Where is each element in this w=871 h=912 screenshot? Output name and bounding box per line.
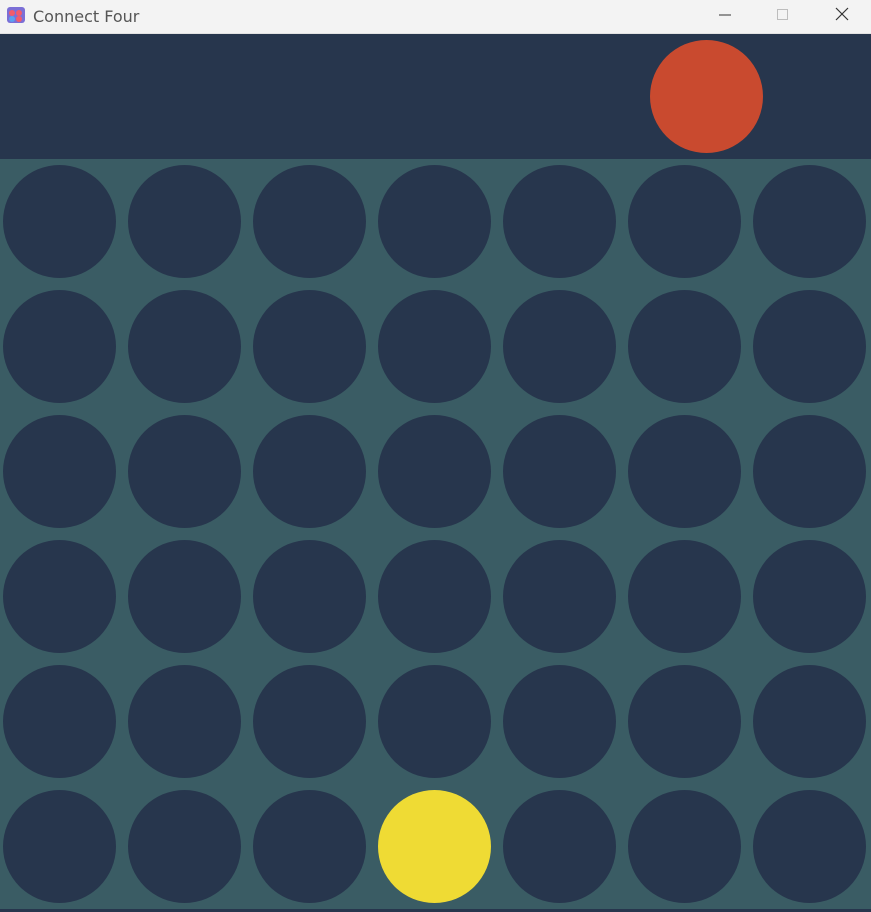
empty-slot[interactable] (753, 290, 866, 403)
empty-slot[interactable] (628, 415, 741, 528)
empty-slot[interactable] (3, 415, 116, 528)
empty-slot[interactable] (503, 165, 616, 278)
drop-zone[interactable] (0, 34, 871, 159)
empty-slot[interactable] (3, 540, 116, 653)
game-board[interactable] (0, 159, 871, 910)
empty-slot[interactable] (128, 790, 241, 903)
empty-slot[interactable] (628, 290, 741, 403)
empty-slot[interactable] (378, 165, 491, 278)
empty-slot[interactable] (128, 665, 241, 778)
empty-slot[interactable] (253, 540, 366, 653)
yellow-piece[interactable] (378, 790, 491, 903)
empty-slot[interactable] (378, 415, 491, 528)
empty-slot[interactable] (503, 415, 616, 528)
empty-slot[interactable] (503, 790, 616, 903)
maximize-icon (777, 8, 789, 26)
empty-slot[interactable] (128, 415, 241, 528)
empty-slot[interactable] (503, 540, 616, 653)
empty-slot[interactable] (3, 790, 116, 903)
empty-slot[interactable] (253, 165, 366, 278)
empty-slot[interactable] (253, 790, 366, 903)
empty-slot[interactable] (753, 790, 866, 903)
empty-slot[interactable] (503, 290, 616, 403)
empty-slot[interactable] (753, 540, 866, 653)
window-title: Connect Four (33, 7, 140, 26)
empty-slot[interactable] (3, 290, 116, 403)
empty-slot[interactable] (503, 665, 616, 778)
empty-slot[interactable] (128, 290, 241, 403)
empty-slot[interactable] (628, 540, 741, 653)
empty-slot[interactable] (753, 165, 866, 278)
empty-slot[interactable] (378, 290, 491, 403)
empty-slot[interactable] (753, 665, 866, 778)
empty-slot[interactable] (628, 790, 741, 903)
empty-slot[interactable] (253, 415, 366, 528)
empty-slot[interactable] (628, 165, 741, 278)
empty-slot[interactable] (3, 665, 116, 778)
empty-slot[interactable] (128, 165, 241, 278)
empty-slot[interactable] (753, 415, 866, 528)
empty-slot[interactable] (628, 665, 741, 778)
empty-slot[interactable] (378, 540, 491, 653)
maximize-button[interactable] (754, 0, 812, 33)
empty-slot[interactable] (253, 665, 366, 778)
game-window: Connect Four (0, 0, 871, 912)
close-button[interactable] (813, 0, 871, 33)
close-icon (835, 7, 849, 26)
hover-piece-red (650, 40, 763, 153)
empty-slot[interactable] (3, 165, 116, 278)
empty-slot[interactable] (128, 540, 241, 653)
connect-four-app-icon (6, 5, 26, 25)
title-bar[interactable]: Connect Four (0, 0, 871, 34)
minimize-icon (719, 8, 731, 26)
minimize-button[interactable] (696, 0, 754, 33)
empty-slot[interactable] (378, 665, 491, 778)
empty-slot[interactable] (253, 290, 366, 403)
